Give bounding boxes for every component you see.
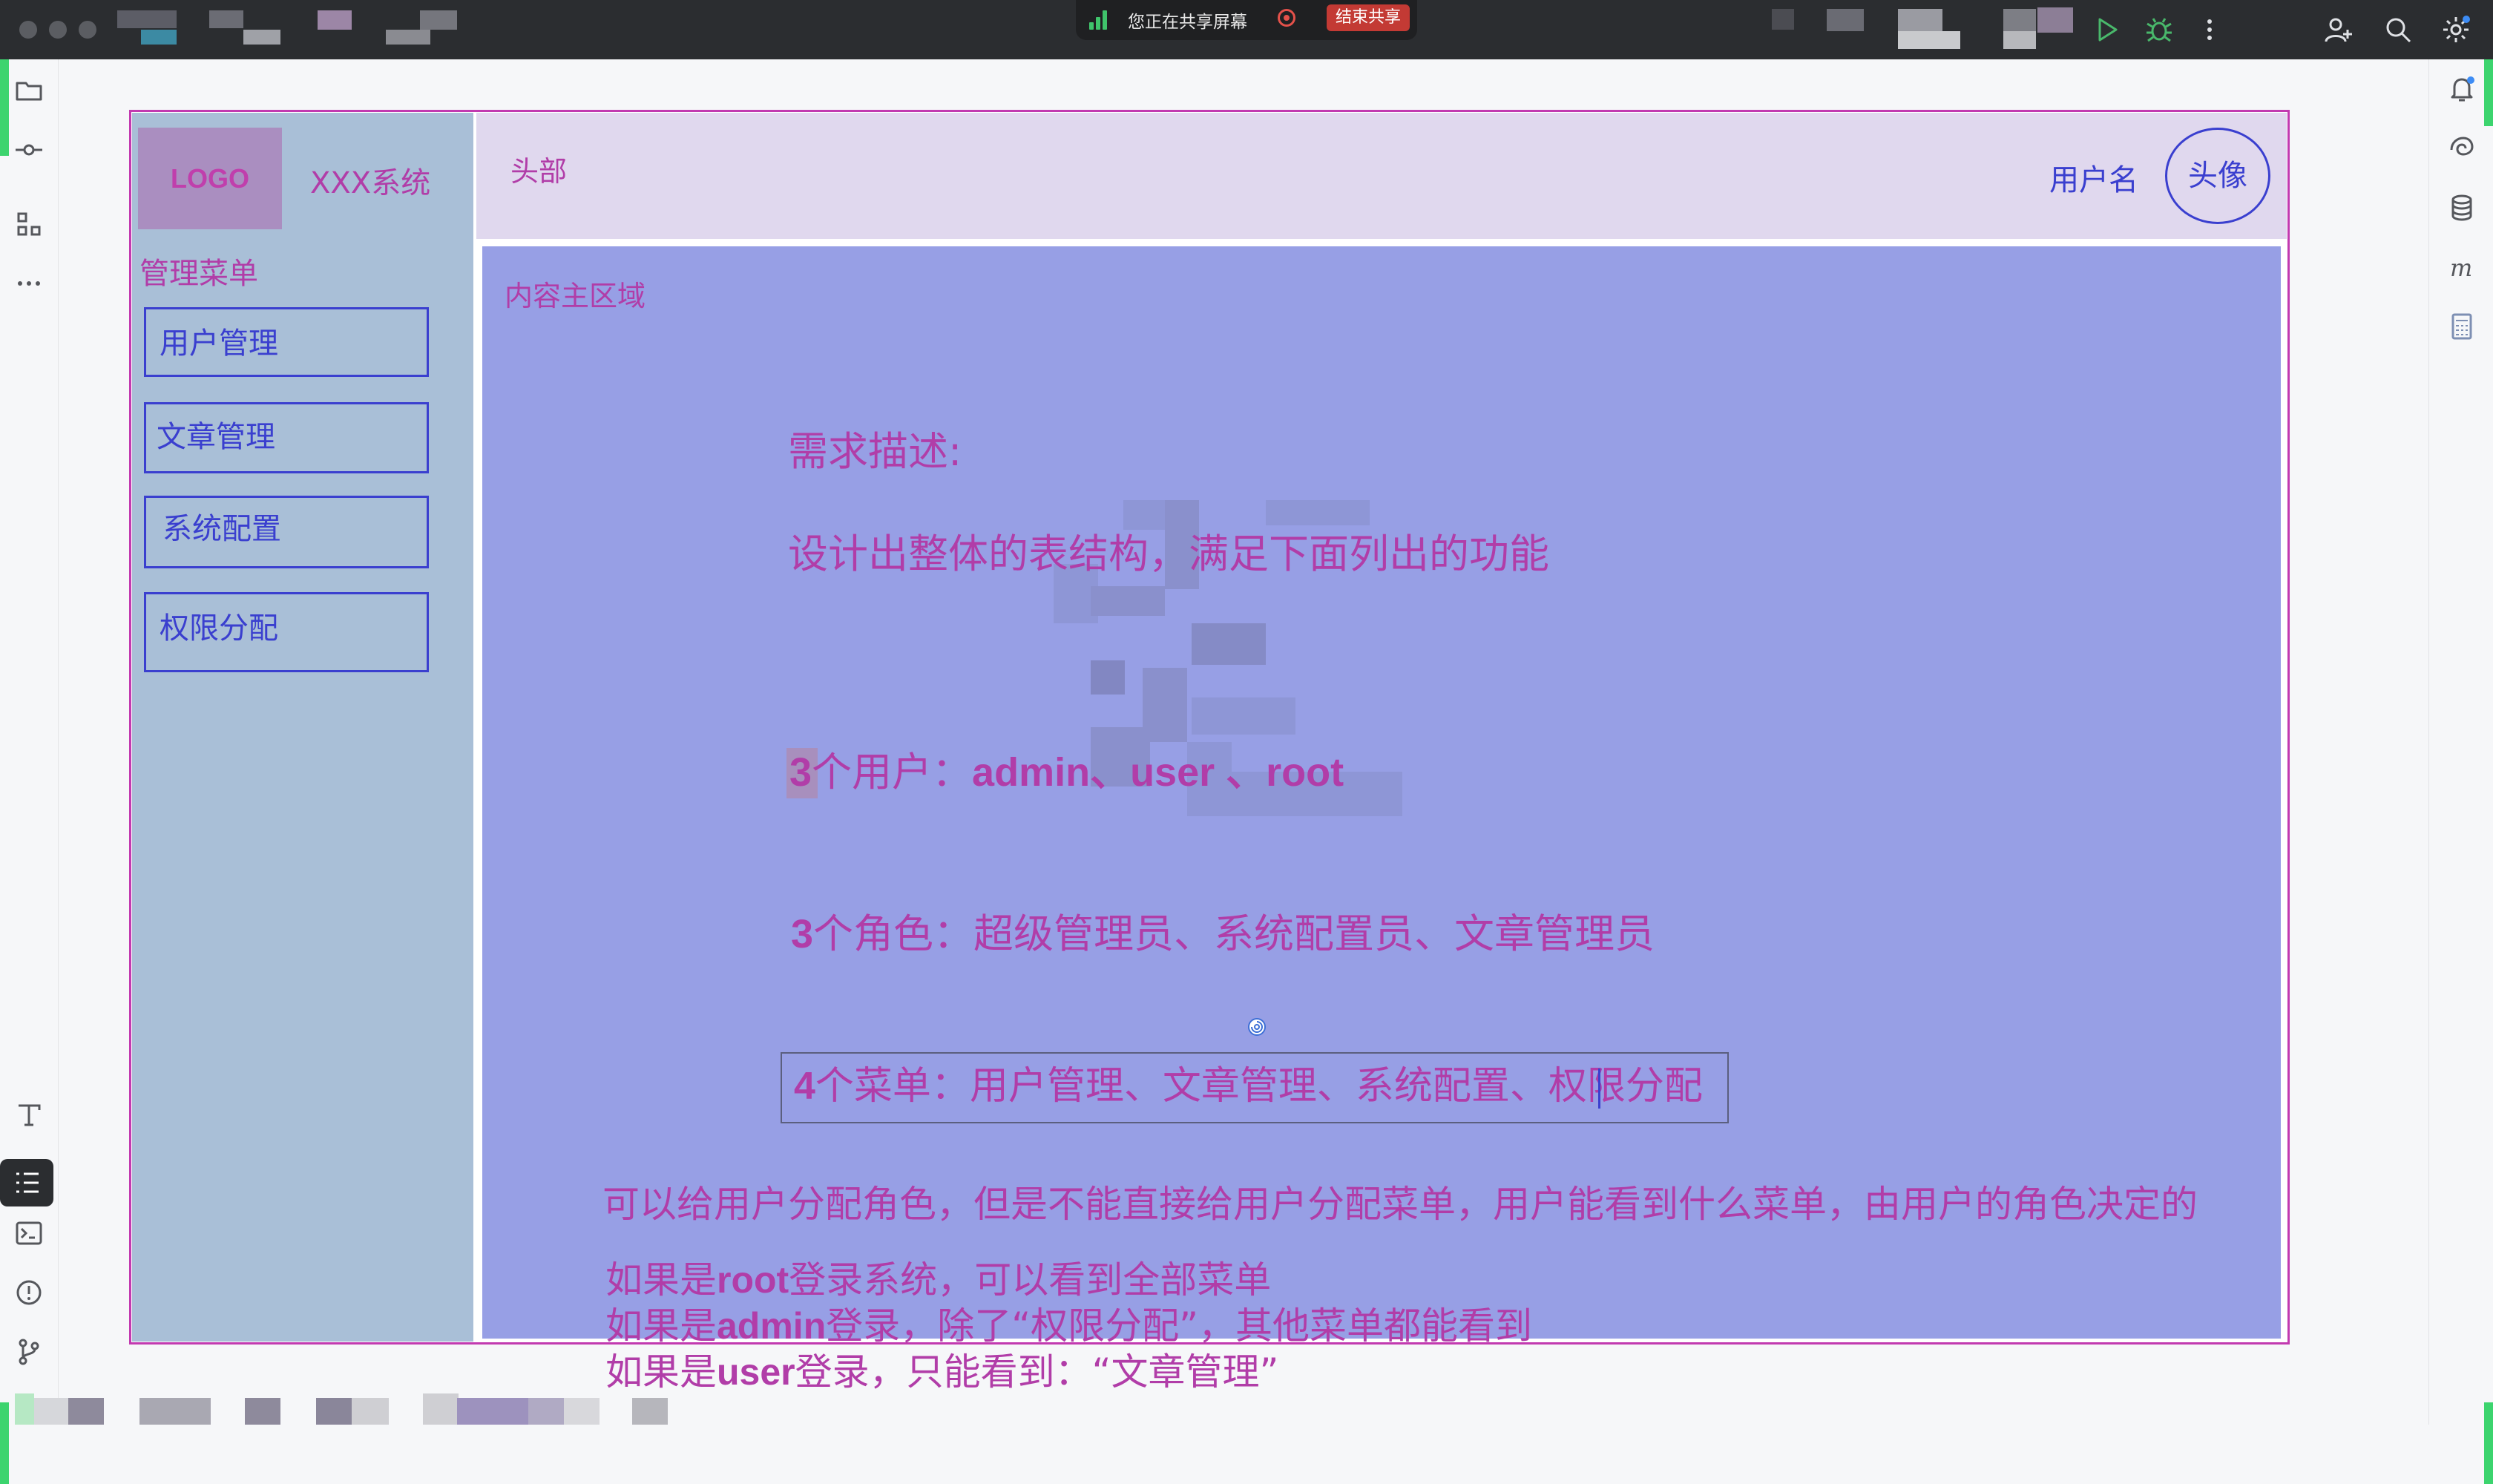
add-user-icon[interactable] bbox=[2322, 13, 2355, 46]
sidebar-item-label: 文章管理 bbox=[157, 420, 275, 454]
format-icon[interactable] bbox=[13, 1098, 45, 1131]
share-status-text: 您正在共享屏幕 bbox=[1128, 13, 1247, 32]
requirement-title: 需求描述: bbox=[788, 428, 962, 475]
screen-share-indicator: 您正在共享屏幕 结束共享 bbox=[1076, 0, 1417, 40]
rule-root-prefix: 如果是 bbox=[605, 1258, 717, 1301]
green-edge bbox=[0, 1402, 9, 1484]
rule-user-suffix: 登录，只能看到：“文章管理” bbox=[795, 1350, 1279, 1393]
problems-icon[interactable] bbox=[13, 1276, 45, 1309]
rule-admin-user: admin bbox=[717, 1305, 827, 1347]
folder-icon[interactable] bbox=[13, 74, 45, 107]
rule-user-user: user bbox=[717, 1351, 795, 1393]
logo: LOGO bbox=[138, 128, 282, 229]
terminal-icon[interactable] bbox=[13, 1217, 45, 1250]
users-line: 3个用户：admin、user 、root bbox=[789, 749, 1344, 795]
git-branch-icon[interactable] bbox=[13, 1336, 45, 1368]
title-bar: 您正在共享屏幕 结束共享 bbox=[0, 0, 2493, 59]
notifications-icon[interactable] bbox=[2446, 73, 2478, 105]
rule-admin-prefix: 如果是 bbox=[605, 1304, 717, 1347]
rule-admin-suffix: 登录，除了“权限分配”，其他菜单都能看到 bbox=[826, 1304, 1533, 1347]
menus-count: 4 bbox=[794, 1065, 815, 1108]
menu-title: 管理菜单 bbox=[139, 257, 258, 291]
system-name: XXX系统 bbox=[310, 166, 431, 200]
window-close-button[interactable] bbox=[19, 21, 37, 39]
roles-count: 3 bbox=[791, 912, 814, 956]
window-maximize-button[interactable] bbox=[79, 21, 96, 39]
rule-root-suffix: 登录系统，可以看到全部菜单 bbox=[789, 1258, 1272, 1301]
username[interactable]: 用户名 bbox=[2049, 156, 2138, 199]
run-icon[interactable] bbox=[2091, 13, 2124, 46]
todo-list-icon[interactable] bbox=[0, 1159, 53, 1206]
right-tool-window-bar: m bbox=[2428, 59, 2493, 1484]
settings-icon[interactable] bbox=[2440, 13, 2472, 46]
header bbox=[476, 113, 2287, 239]
users-list: admin、user 、root bbox=[972, 750, 1344, 795]
rule-user: 如果是user登录，只能看到：“文章管理” bbox=[605, 1353, 1278, 1391]
window-minimize-button[interactable] bbox=[49, 21, 67, 39]
more-vertical-icon[interactable] bbox=[2193, 13, 2226, 46]
text-cursor bbox=[1598, 1068, 1600, 1109]
ai-assistant-icon[interactable] bbox=[2446, 132, 2478, 165]
content-label: 内容主区域 bbox=[505, 280, 646, 312]
sidebar-item-label: 用户管理 bbox=[160, 326, 278, 361]
record-icon[interactable] bbox=[1278, 9, 1295, 27]
menus-line[interactable]: 4个菜单：用户管理、文章管理、系统配置、权限分配 bbox=[794, 1067, 1703, 1106]
header-label: 头部 bbox=[510, 155, 568, 188]
rule-user-prefix: 如果是 bbox=[605, 1350, 717, 1393]
structure-icon[interactable] bbox=[13, 208, 45, 240]
avatar[interactable]: 头像 bbox=[2165, 128, 2270, 224]
sidebar-item-article-management[interactable]: 文章管理 bbox=[144, 402, 429, 473]
search-icon[interactable] bbox=[2382, 13, 2414, 46]
roles-line: 3个角色：超级管理员、系统配置员、文章管理员 bbox=[791, 912, 1655, 956]
sidebar bbox=[132, 113, 473, 1342]
sidebar-item-user-management[interactable]: 用户管理 bbox=[144, 307, 429, 377]
rule-root-user: root bbox=[717, 1259, 789, 1301]
green-edge bbox=[2484, 59, 2493, 126]
rule-root: 如果是root登录系统，可以看到全部菜单 bbox=[605, 1261, 1271, 1298]
rule-main: 可以给用户分配角色，但是不能直接给用户分配菜单，用户能看到什么菜单，由用户的角色… bbox=[602, 1183, 2198, 1226]
users-label: 个用户： bbox=[812, 749, 973, 795]
green-edge bbox=[2484, 1402, 2493, 1484]
signal-icon bbox=[1089, 10, 1111, 30]
users-count: 3 bbox=[789, 750, 812, 795]
loading-spinner-icon bbox=[1246, 1017, 1267, 1037]
maven-icon[interactable]: m bbox=[2446, 251, 2478, 283]
end-share-button[interactable]: 结束共享 bbox=[1327, 4, 1410, 31]
svg-text:m: m bbox=[2450, 254, 2472, 282]
green-edge bbox=[0, 59, 9, 156]
sidebar-item-permission-assignment[interactable]: 权限分配 bbox=[144, 592, 429, 672]
commit-icon[interactable] bbox=[13, 134, 45, 166]
roles-text: 个角色：超级管理员、系统配置员、文章管理员 bbox=[813, 910, 1655, 957]
sidebar-item-system-config[interactable]: 系统配置 bbox=[144, 496, 429, 568]
left-tool-window-bar bbox=[0, 59, 59, 1484]
menus-text: 个菜单：用户管理、文章管理、系统配置、权限分配 bbox=[815, 1064, 1703, 1109]
more-icon[interactable] bbox=[13, 267, 45, 300]
sidebar-item-label: 权限分配 bbox=[160, 611, 278, 646]
rule-admin: 如果是admin登录，除了“权限分配”，其他菜单都能看到 bbox=[605, 1307, 1532, 1345]
debug-icon[interactable] bbox=[2143, 13, 2175, 46]
calculator-icon[interactable] bbox=[2446, 310, 2478, 343]
database-icon[interactable] bbox=[2446, 191, 2478, 224]
requirement-description: 设计出整体的表结构，满足下面列出的功能 bbox=[788, 531, 1549, 577]
sidebar-item-label: 系统配置 bbox=[162, 512, 281, 546]
